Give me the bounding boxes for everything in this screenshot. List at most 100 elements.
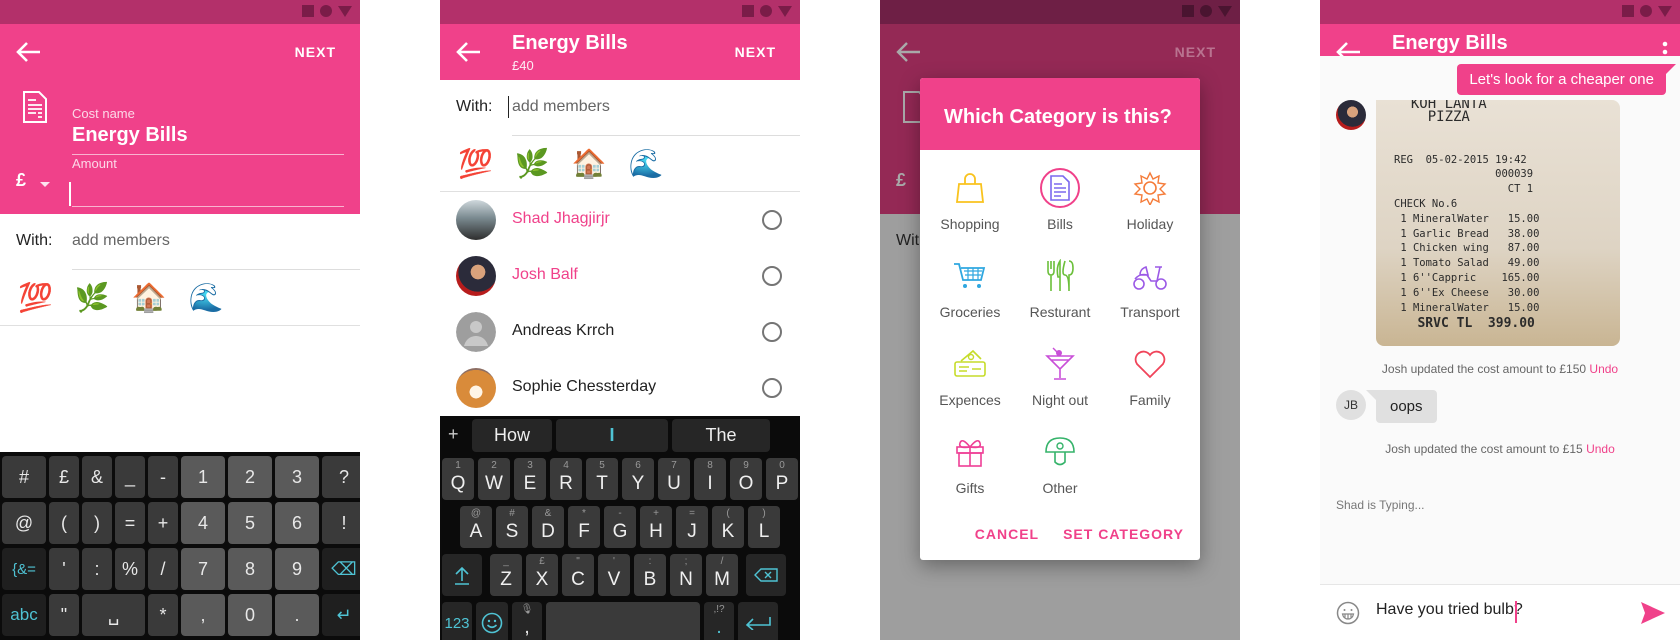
key[interactable]: ? [322, 456, 360, 498]
key[interactable]: ) L [748, 506, 780, 548]
key[interactable]: 0P [766, 458, 798, 500]
key[interactable]: 5 [228, 502, 272, 544]
member-radio[interactable] [762, 322, 782, 342]
key[interactable]: ; N [670, 554, 702, 596]
key[interactable]: _ [115, 456, 145, 498]
member-radio[interactable] [762, 378, 782, 398]
key[interactable]: . [275, 594, 319, 636]
category-option[interactable]: Night out [1015, 338, 1105, 426]
amount-input[interactable] [72, 206, 344, 207]
key[interactable]: 6Y [622, 458, 654, 500]
backspace-key[interactable]: ⌫ [322, 548, 360, 590]
next-button[interactable]: NEXT [735, 44, 776, 60]
emoji-hundred[interactable]: 💯 [458, 147, 493, 180]
category-option[interactable]: Gifts [925, 426, 1015, 514]
key[interactable]: + [148, 502, 178, 544]
category-option[interactable]: Groceries [925, 250, 1015, 338]
key[interactable]: , [181, 594, 225, 636]
back-arrow-icon[interactable] [14, 40, 42, 64]
emoji-herb[interactable]: 🌿 [515, 147, 550, 180]
emoji-grin-icon[interactable] [1336, 601, 1360, 625]
add-members-input[interactable]: add members [512, 98, 610, 116]
key[interactable]: 7U [658, 458, 690, 500]
key[interactable]: * [148, 594, 178, 636]
space-key[interactable]: ␣ [82, 594, 145, 636]
key[interactable]: / M [706, 554, 738, 596]
add-members-input[interactable]: add members [72, 232, 170, 250]
key[interactable]: # [2, 456, 46, 498]
period-key[interactable]: ,!?. [704, 602, 734, 640]
backspace-key[interactable] [746, 554, 786, 596]
emoji-key[interactable] [476, 602, 508, 640]
member-row[interactable]: Josh Balf [440, 248, 800, 304]
emoji-hundred[interactable]: 💯 [18, 281, 53, 314]
key[interactable]: ' V [598, 554, 630, 596]
key[interactable]: & [82, 456, 112, 498]
member-row[interactable]: Andreas Krrch [440, 304, 800, 360]
category-option[interactable]: Resturant [1015, 250, 1105, 338]
key[interactable]: 4 [181, 502, 225, 544]
chevron-down-icon[interactable] [40, 182, 50, 187]
key[interactable]: % [115, 548, 145, 590]
undo-link[interactable]: Undo [1586, 442, 1615, 456]
shift-key[interactable] [442, 554, 482, 596]
key[interactable]: ! [322, 502, 360, 544]
key[interactable]: (K [712, 506, 744, 548]
emoji-wave[interactable]: 🌊 [629, 147, 664, 180]
member-row[interactable]: Shad Jhagjirjr [440, 192, 800, 248]
key[interactable]: £ [49, 456, 79, 498]
category-option[interactable]: Shopping [925, 162, 1015, 250]
key[interactable]: + H [640, 506, 672, 548]
key[interactable]: = J [676, 506, 708, 548]
key[interactable]: 7 [181, 548, 225, 590]
suggestion[interactable]: I [556, 419, 668, 452]
currency-select[interactable]: £ [16, 170, 26, 191]
category-option[interactable]: Holiday [1105, 162, 1195, 250]
enter-key[interactable]: ↵ [322, 594, 360, 636]
set-category-button[interactable]: SET CATEGORY [1063, 526, 1184, 542]
key[interactable]: :B [634, 554, 666, 596]
key[interactable]: 6 [275, 502, 319, 544]
receipt-photo[interactable]: KOH LANTA PIZZA REG 05-02-2015 19:42 0000… [1376, 100, 1620, 346]
key[interactable]: ) [82, 502, 112, 544]
key[interactable]: " C [562, 554, 594, 596]
key[interactable]: 2W [478, 458, 510, 500]
key[interactable]: 4R [550, 458, 582, 500]
plus-icon[interactable]: + [448, 424, 459, 445]
key[interactable]: / [148, 548, 178, 590]
amount-input-caret[interactable] [69, 182, 71, 206]
key[interactable]: & D [532, 506, 564, 548]
undo-link[interactable]: Undo [1589, 362, 1618, 376]
abc-key[interactable]: abc [2, 594, 46, 636]
key[interactable]: 8I [694, 458, 726, 500]
member-row[interactable]: Sophie Chessterday [440, 360, 800, 416]
key[interactable]: - [148, 456, 178, 498]
emoji-house[interactable]: 🏠 [132, 281, 167, 314]
send-icon[interactable] [1640, 601, 1666, 625]
suggestion[interactable]: How [472, 419, 552, 452]
key[interactable]: # S [496, 506, 528, 548]
message-input[interactable] [1376, 601, 1616, 619]
category-option[interactable]: Transport [1105, 250, 1195, 338]
space-key[interactable] [546, 602, 700, 640]
key[interactable]: 9 [275, 548, 319, 590]
key[interactable]: = [115, 502, 145, 544]
key[interactable]: 8 [228, 548, 272, 590]
key[interactable]: ( [49, 502, 79, 544]
enter-key[interactable] [738, 602, 778, 640]
key[interactable]: -G [604, 506, 636, 548]
cost-name-input[interactable]: Energy Bills [72, 124, 188, 147]
key[interactable]: _ Z [490, 554, 522, 596]
emoji-wave[interactable]: 🌊 [189, 281, 224, 314]
comma-key[interactable]: 🎙, [512, 602, 542, 640]
suggestion[interactable]: The [672, 419, 770, 452]
key[interactable]: 2 [228, 456, 272, 498]
key[interactable]: 1Q [442, 458, 474, 500]
category-option[interactable]: Expences [925, 338, 1015, 426]
key[interactable]: * F [568, 506, 600, 548]
emoji-herb[interactable]: 🌿 [75, 281, 110, 314]
key[interactable]: @ A [460, 506, 492, 548]
key[interactable]: £ X [526, 554, 558, 596]
key[interactable]: 1 [181, 456, 225, 498]
member-radio[interactable] [762, 210, 782, 230]
